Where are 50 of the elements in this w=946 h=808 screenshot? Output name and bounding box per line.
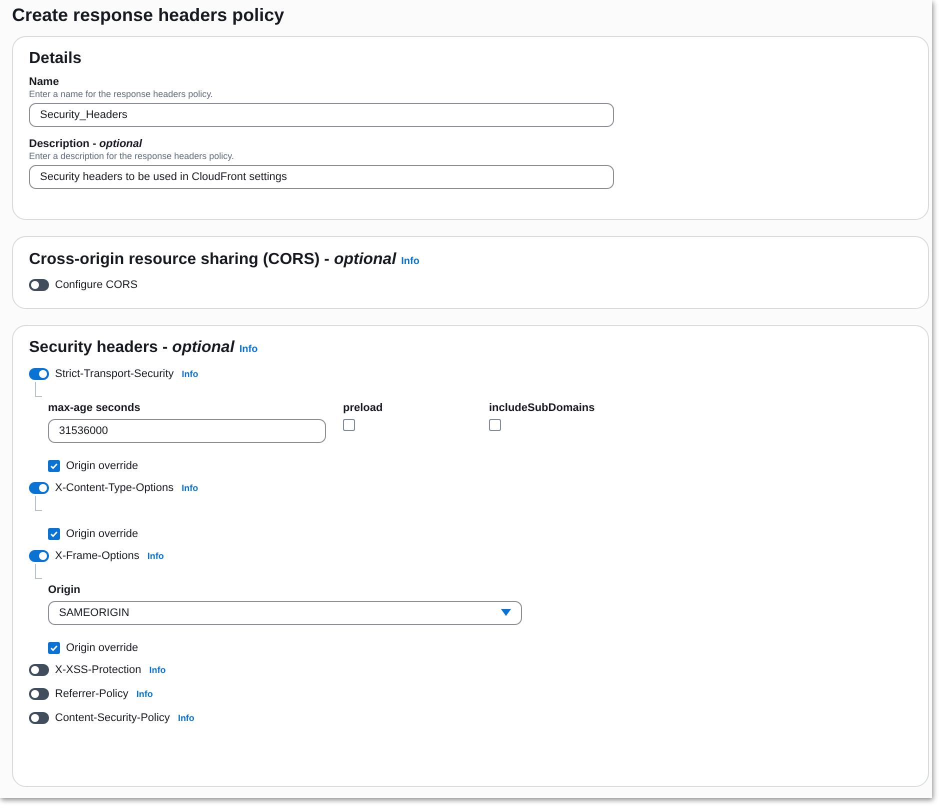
info-link[interactable]: Info — [149, 665, 166, 675]
toggle-label: Content-Security-Policy — [55, 712, 170, 724]
checkbox-label: Origin override — [66, 460, 138, 472]
checkbox-label: Origin override — [66, 642, 138, 654]
checkbox[interactable] — [489, 419, 501, 431]
page-title: Create response headers policy — [12, 4, 286, 26]
checkbox[interactable] — [48, 460, 60, 472]
toggle-label: Configure CORS — [55, 279, 138, 291]
info-link[interactable]: Info — [182, 483, 198, 493]
toggle-switch[interactable] — [29, 279, 49, 291]
field-label: Description - optional — [29, 137, 144, 151]
toggle-label: X-XSS-Protection — [55, 664, 142, 676]
toggle-label: Referrer-Policy — [55, 688, 128, 700]
tree-connector-line — [35, 496, 42, 511]
field-label: Name — [29, 75, 60, 89]
toggle-label: X-Frame-Options — [55, 550, 140, 562]
text-input[interactable]: 31536000 — [48, 419, 326, 443]
section-heading: Cross-origin resource sharing (CORS) - optional — [29, 250, 396, 270]
text-input[interactable]: Security headers to be used in CloudFront settings — [29, 165, 614, 189]
toggle-switch[interactable] — [29, 368, 49, 380]
info-link[interactable]: Info — [239, 344, 258, 355]
toggle-label: Strict-Transport-Security — [55, 368, 174, 380]
info-link[interactable]: Info — [178, 713, 194, 723]
field-label: max-age seconds — [48, 401, 142, 415]
toggle-switch[interactable] — [29, 550, 49, 562]
tree-connector-line — [35, 382, 42, 397]
info-link[interactable]: Info — [136, 689, 153, 699]
origin-dropdown[interactable]: SAMEORIGIN — [48, 601, 522, 625]
caret-icon — [501, 609, 511, 617]
text-input[interactable]: Security_Headers — [29, 103, 614, 127]
info-link[interactable]: Info — [182, 369, 198, 379]
field-hint: Enter a description for the response headers policy. — [29, 151, 235, 162]
section-heading: Details — [29, 49, 82, 69]
toggle-switch[interactable] — [29, 664, 49, 676]
field-label: includeSubDomains — [489, 401, 596, 415]
section-heading: Security headers - optional — [29, 338, 234, 358]
checkbox[interactable] — [343, 419, 355, 431]
toggle-switch[interactable] — [29, 688, 49, 700]
toggle-switch[interactable] — [29, 482, 49, 494]
field-label: preload — [343, 401, 384, 415]
toggle-switch[interactable] — [29, 712, 49, 724]
checkbox-label: Origin override — [66, 528, 138, 540]
field-label: Origin — [48, 583, 82, 597]
field-hint: Enter a name for the response headers policy. — [29, 89, 214, 100]
checkbox[interactable] — [48, 642, 60, 654]
info-link[interactable]: Info — [401, 256, 420, 267]
tree-connector-line — [35, 564, 42, 579]
toggle-label: X-Content-Type-Options — [55, 482, 174, 494]
checkbox[interactable] — [48, 528, 60, 540]
info-link[interactable]: Info — [147, 551, 164, 561]
